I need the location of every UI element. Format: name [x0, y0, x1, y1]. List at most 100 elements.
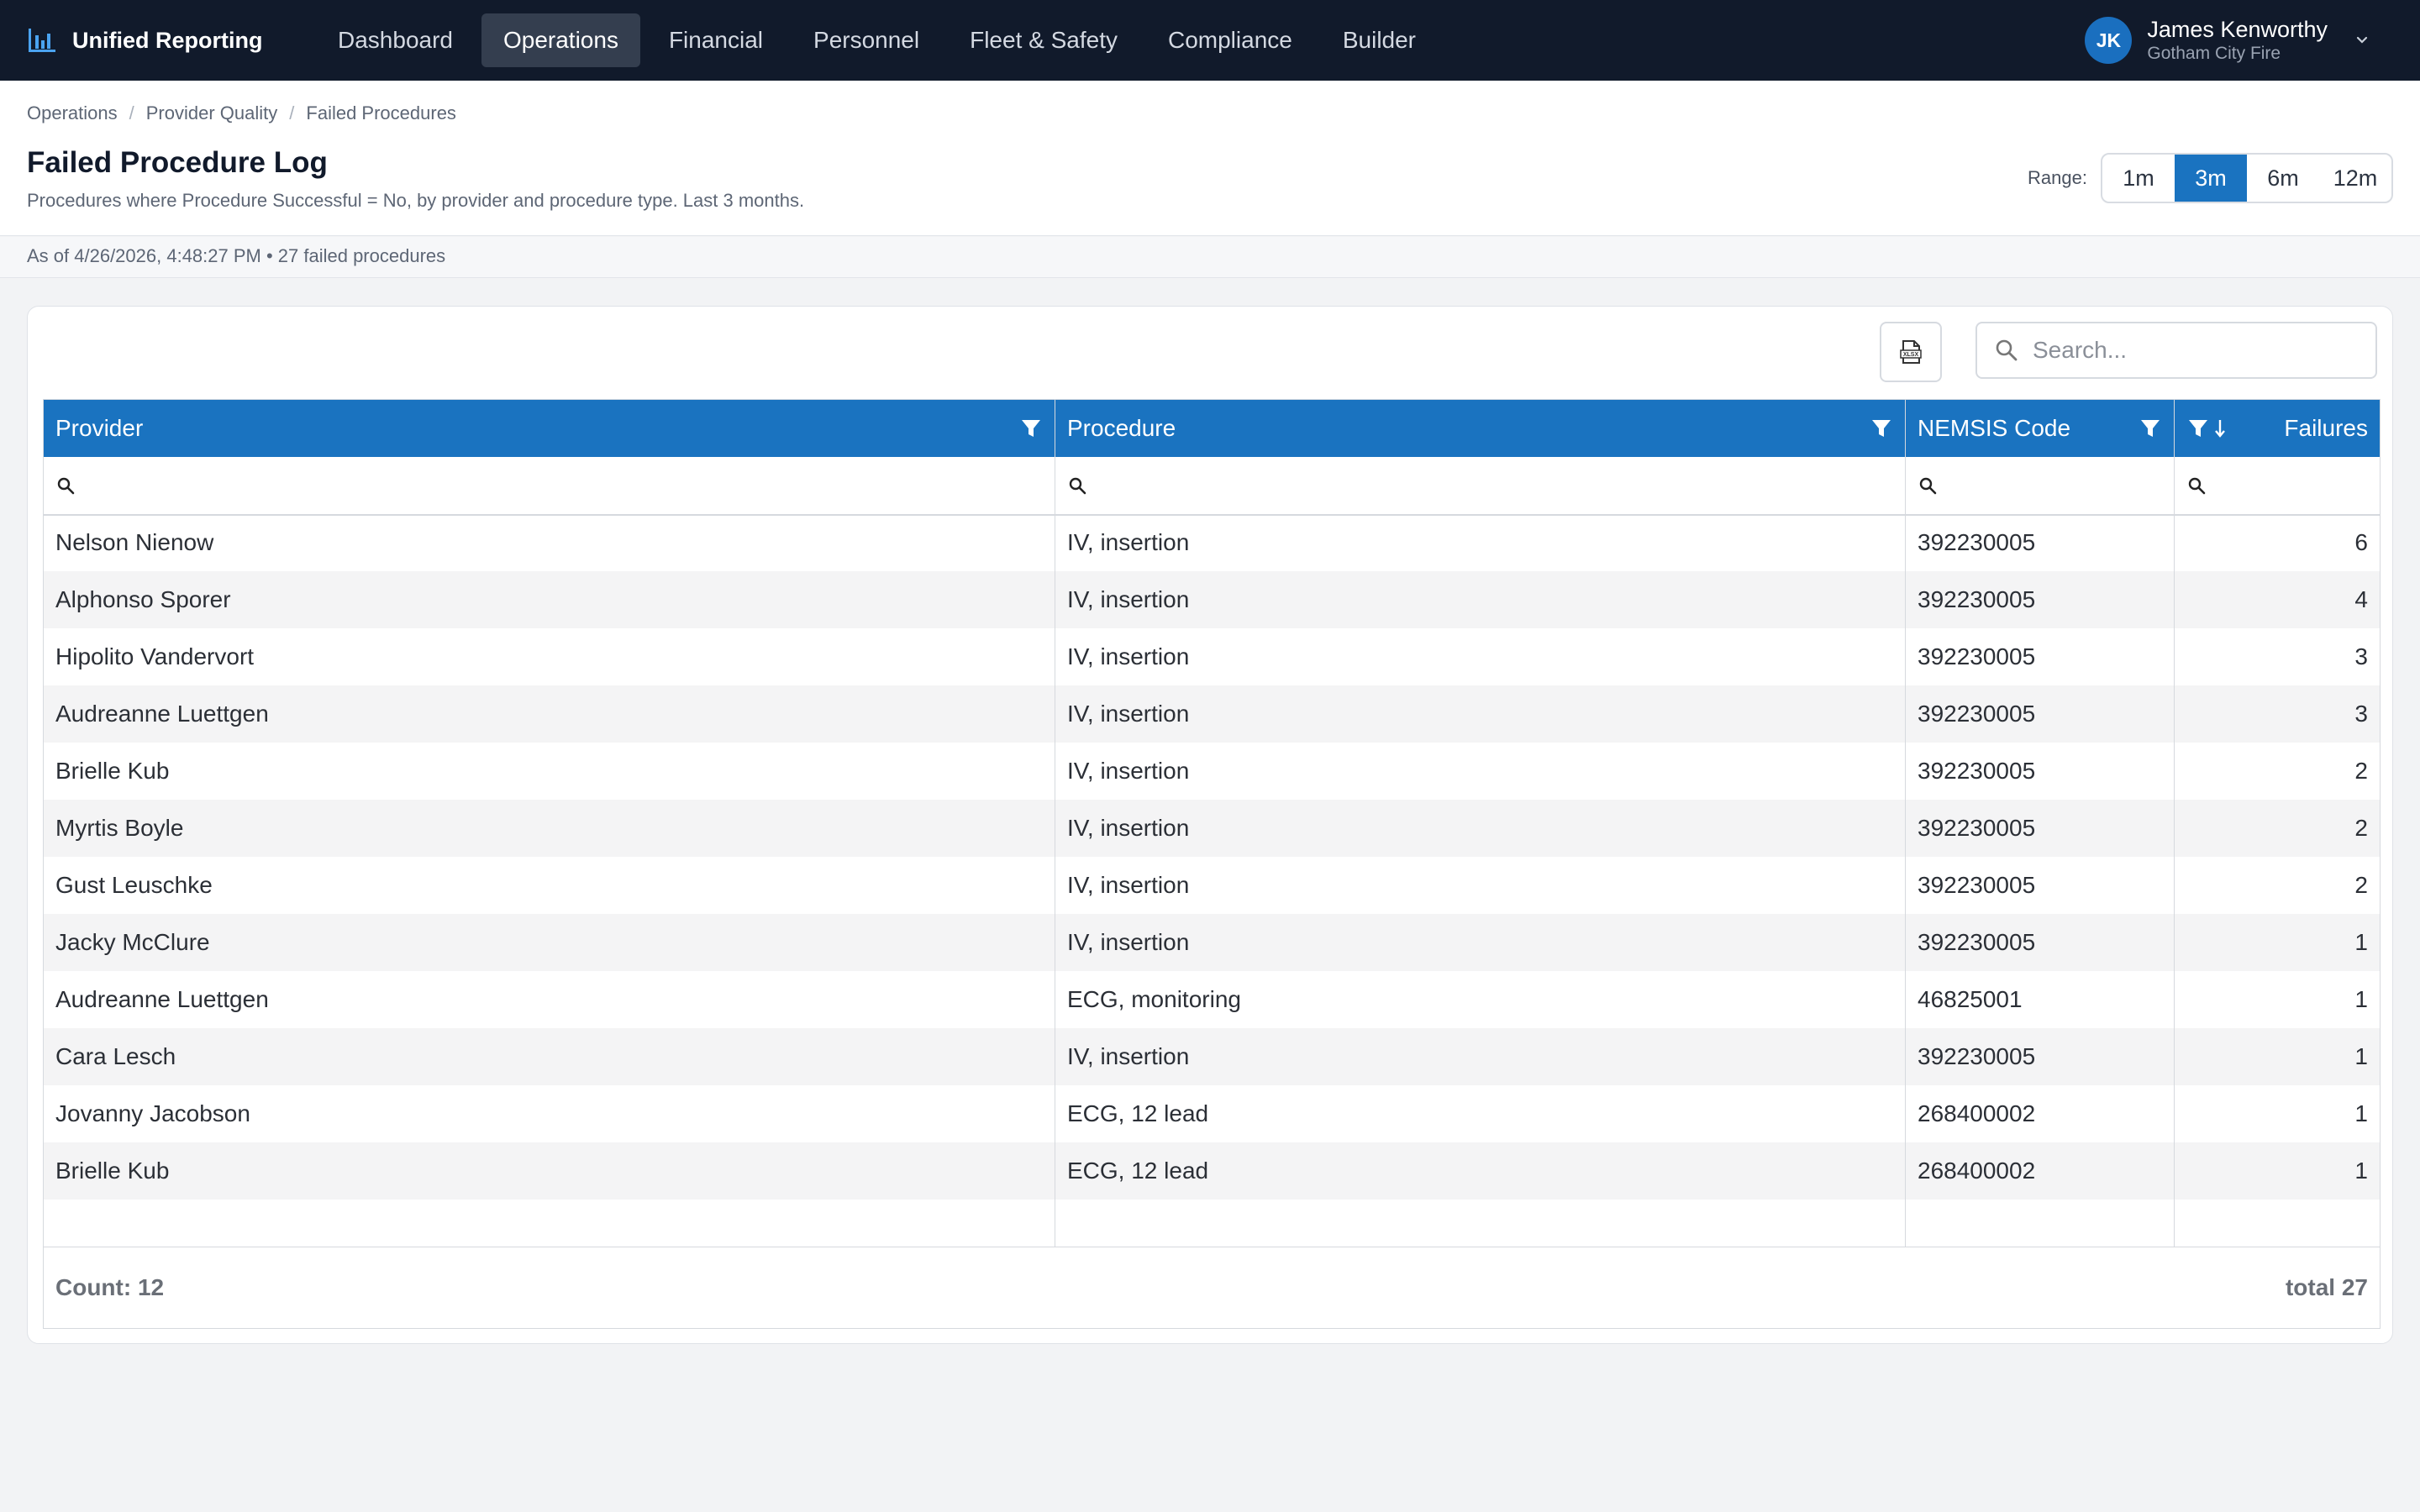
empty-cell: [44, 1200, 1055, 1247]
chevron-down-icon[interactable]: [2353, 31, 2371, 50]
brand[interactable]: Unified Reporting: [27, 0, 262, 81]
nav-dashboard[interactable]: Dashboard: [316, 13, 475, 67]
search-input[interactable]: [2031, 336, 2354, 365]
search-icon: [1069, 477, 1086, 495]
table-row[interactable]: Jovanny Jacobson ECG, 12 lead 268400002 …: [44, 1085, 2380, 1142]
failures-total: total 27: [2285, 1274, 2368, 1300]
nemsis-code-cell: 268400002: [1906, 1085, 2175, 1142]
table-row[interactable]: Nelson Nienow IV, insertion 392230005 6: [44, 514, 2380, 571]
range-1m-button[interactable]: 1m: [2102, 155, 2175, 202]
procedure-cell: IV, insertion: [1055, 514, 1906, 571]
column-header-provider[interactable]: Provider: [44, 400, 1055, 457]
provider-filter-cell[interactable]: [44, 457, 1055, 516]
filter-icon[interactable]: [1870, 417, 1893, 440]
xlsx-export-button[interactable]: XLSX: [1880, 322, 1942, 382]
nav-personnel[interactable]: Personnel: [792, 13, 941, 67]
nav-builder[interactable]: Builder: [1321, 13, 1438, 67]
procedure-cell: IV, insertion: [1055, 1028, 1906, 1085]
provider-cell: Audreanne Luettgen: [44, 685, 1055, 743]
table-row[interactable]: Audreanne Luettgen IV, insertion 3922300…: [44, 685, 2380, 743]
range-6m-button[interactable]: 6m: [2247, 155, 2319, 202]
nemsis-code-cell: 392230005: [1906, 571, 2175, 628]
column-header-procedure[interactable]: Procedure: [1055, 400, 1906, 457]
user-menu[interactable]: JK James Kenworthy Gotham City Fire: [2085, 0, 2371, 81]
filter-icon[interactable]: [1019, 417, 1043, 440]
empty-cell: [2175, 1200, 2380, 1247]
nemsis-code-cell: 392230005: [1906, 743, 2175, 800]
top-navbar: Unified Reporting Dashboard Operations F…: [0, 0, 2420, 81]
table-row[interactable]: Brielle Kub ECG, 12 lead 268400002 1: [44, 1142, 2380, 1200]
column-header-label: Failures: [2284, 415, 2368, 441]
provider-cell: Gust Leuschke: [44, 857, 1055, 914]
table-row[interactable]: Myrtis Boyle IV, insertion 392230005 2: [44, 800, 2380, 857]
provider-cell: Brielle Kub: [44, 743, 1055, 800]
header-icons: [2186, 417, 2227, 440]
procedure-cell: IV, insertion: [1055, 914, 1906, 971]
column-header-failures[interactable]: Failures: [2175, 400, 2380, 457]
table-row[interactable]: Audreanne Luettgen ECG, monitoring 46825…: [44, 971, 2380, 1028]
table-row[interactable]: Hipolito Vandervort IV, insertion 392230…: [44, 628, 2380, 685]
filter-icon[interactable]: [2186, 417, 2210, 440]
nemsis-code-filter-cell[interactable]: [1906, 457, 2175, 516]
avatar: JK: [2085, 17, 2133, 64]
table-row[interactable]: Brielle Kub IV, insertion 392230005 2: [44, 743, 2380, 800]
column-header-nemsis-code[interactable]: NEMSIS Code: [1906, 400, 2175, 457]
app-name: Unified Reporting: [72, 27, 263, 53]
breadcrumb-operations[interactable]: Operations: [27, 102, 118, 124]
failures-cell: 1: [2354, 1100, 2368, 1126]
procedure-cell: ECG, monitoring: [1055, 971, 1906, 1028]
search-icon: [1996, 339, 2018, 361]
search-icon: [57, 477, 75, 495]
nemsis-code-cell: 46825001: [1906, 971, 2175, 1028]
failures-cell: 1: [2354, 986, 2368, 1012]
range-3m-button[interactable]: 3m: [2175, 155, 2247, 202]
failures-cell: 2: [2354, 815, 2368, 841]
nemsis-code-cell: 392230005: [1906, 685, 2175, 743]
main-nav: Dashboard Operations Financial Personnel…: [316, 13, 1438, 67]
nemsis-code-cell: 392230005: [1906, 800, 2175, 857]
table-footer: Count: 12 total 27: [44, 1247, 2380, 1328]
svg-text:XLSX: XLSX: [1903, 352, 1919, 358]
procedure-cell: IV, insertion: [1055, 685, 1906, 743]
procedure-filter-cell[interactable]: [1055, 457, 1906, 516]
range-button-group: 1m 3m 6m 12m: [2101, 153, 2393, 203]
provider-cell: Alphonso Sporer: [44, 571, 1055, 628]
user-org: Gotham City Fire: [2147, 44, 2281, 63]
nav-operations[interactable]: Operations: [481, 13, 640, 67]
table-header-row: Provider Procedure NEMSIS Code Failures: [44, 400, 2380, 457]
table-row[interactable]: Cara Lesch IV, insertion 392230005 1: [44, 1028, 2380, 1085]
procedure-cell: IV, insertion: [1055, 628, 1906, 685]
bar-chart-icon: [29, 29, 55, 52]
sort-descending-icon[interactable]: [2213, 417, 2227, 440]
empty-cell: [1906, 1200, 2175, 1247]
table-row[interactable]: Gust Leuschke IV, insertion 392230005 2: [44, 857, 2380, 914]
empty-row: [44, 1200, 2380, 1247]
breadcrumb: Operations / Provider Quality / Failed P…: [27, 102, 456, 124]
nav-fleet-safety[interactable]: Fleet & Safety: [948, 13, 1139, 67]
failures-cell: 2: [2354, 758, 2368, 784]
failures-cell: 2: [2354, 872, 2368, 898]
nav-compliance[interactable]: Compliance: [1146, 13, 1314, 67]
procedure-cell: ECG, 12 lead: [1055, 1142, 1906, 1200]
failures-filter-cell[interactable]: [2175, 457, 2380, 516]
search-icon: [1919, 477, 1937, 495]
data-grid: Provider Procedure NEMSIS Code Failures: [43, 399, 2381, 1329]
breadcrumb-failed-procedures: Failed Procedures: [306, 102, 456, 123]
range-12m-button[interactable]: 12m: [2319, 155, 2391, 202]
nemsis-code-cell: 268400002: [1906, 1142, 2175, 1200]
failures-cell: 1: [2354, 929, 2368, 955]
nav-financial[interactable]: Financial: [647, 13, 785, 67]
breadcrumb-provider-quality[interactable]: Provider Quality: [146, 102, 278, 124]
table-row[interactable]: Jacky McClure IV, insertion 392230005 1: [44, 914, 2380, 971]
failures-cell: 4: [2354, 586, 2368, 612]
provider-cell: Brielle Kub: [44, 1142, 1055, 1200]
page-header: Operations / Provider Quality / Failed P…: [0, 81, 2420, 236]
procedure-cell: IV, insertion: [1055, 857, 1906, 914]
filter-icon[interactable]: [2139, 417, 2162, 440]
table-row[interactable]: Alphonso Sporer IV, insertion 392230005 …: [44, 571, 2380, 628]
user-name: James Kenworthy: [2147, 17, 2328, 42]
table-body: Nelson Nienow IV, insertion 392230005 6 …: [44, 514, 2380, 1200]
failures-cell: 6: [2354, 529, 2368, 555]
column-header-label: NEMSIS Code: [1918, 415, 2071, 441]
range-selector: Range: 1m 3m 6m 12m: [2028, 153, 2393, 203]
